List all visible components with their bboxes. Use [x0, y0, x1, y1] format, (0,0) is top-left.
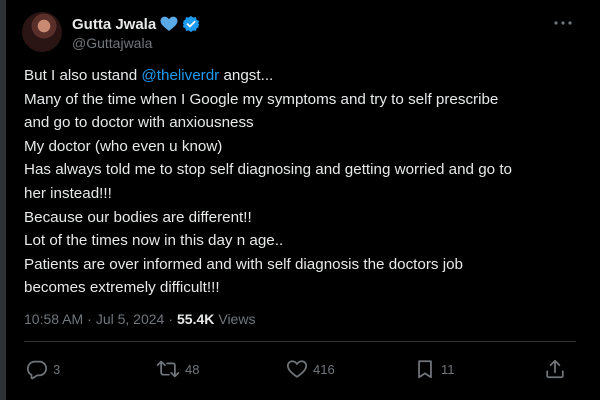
tweet-line: her instead!!!: [24, 184, 112, 202]
tweet-line: But I also ustand @theliverdr angst...: [24, 64, 584, 88]
meta-separator: ·: [168, 311, 173, 327]
avatar[interactable]: [22, 12, 62, 52]
tweet-line: and go to doctor with anxiousness: [24, 114, 254, 132]
bookmark-icon: [414, 358, 436, 380]
divider: [24, 341, 576, 342]
share-icon: [544, 358, 566, 380]
author-handle[interactable]: @Guttajwala: [72, 35, 152, 51]
tweet-date[interactable]: Jul 5, 2024: [96, 311, 165, 327]
meta-separator: ·: [87, 311, 92, 327]
blue-heart-icon: [160, 16, 178, 32]
reply-button[interactable]: 3: [26, 357, 60, 381]
views-label: Views: [218, 311, 256, 327]
author-display-name[interactable]: Gutta Jwala: [72, 16, 156, 33]
tweet-line-prefix: But I also ustand: [24, 67, 142, 84]
left-border: [0, 0, 6, 400]
like-button[interactable]: 416: [286, 357, 335, 381]
share-button[interactable]: [544, 357, 566, 381]
tweet-text: But I also ustand @theliverdr angst... M…: [24, 64, 584, 300]
tweet-line: Patients are over informed and with self…: [24, 255, 463, 273]
mention-link[interactable]: @theliverdr: [141, 67, 219, 84]
tweet-line: Has always told me to stop self diagnosi…: [24, 161, 512, 179]
bookmark-button[interactable]: 11: [414, 357, 455, 381]
verified-badge-icon[interactable]: [182, 15, 200, 33]
tweet-line: Many of the time when I Google my sympto…: [24, 90, 499, 108]
tweet-meta: 10:58 AM · Jul 5, 2024 · 55.4K Views: [24, 311, 255, 327]
repost-count: 48: [185, 361, 200, 377]
repost-button[interactable]: 48: [156, 357, 199, 381]
bookmark-count: 11: [441, 361, 455, 377]
tweet-line: Because our bodies are different!!: [24, 208, 252, 226]
author-name-row: Gutta Jwala: [72, 14, 200, 34]
reply-icon: [26, 358, 48, 380]
tweet-line: becomes extremely difficult!!!: [24, 279, 220, 297]
reply-count: 3: [53, 361, 61, 377]
tweet-time[interactable]: 10:58 AM: [24, 311, 83, 327]
views-count: 55.4K: [177, 311, 215, 327]
tweet-line: My doctor (who even u know): [24, 137, 223, 155]
like-count: 416: [313, 361, 335, 377]
more-dots-icon[interactable]: [551, 13, 575, 33]
tweet-line: Lot of the times now in this day n age..: [24, 232, 284, 250]
action-bar: 3 48 416 11: [26, 357, 576, 381]
like-icon: [286, 358, 308, 380]
repost-icon: [156, 358, 180, 380]
tweet-line-suffix: angst...: [219, 67, 274, 84]
